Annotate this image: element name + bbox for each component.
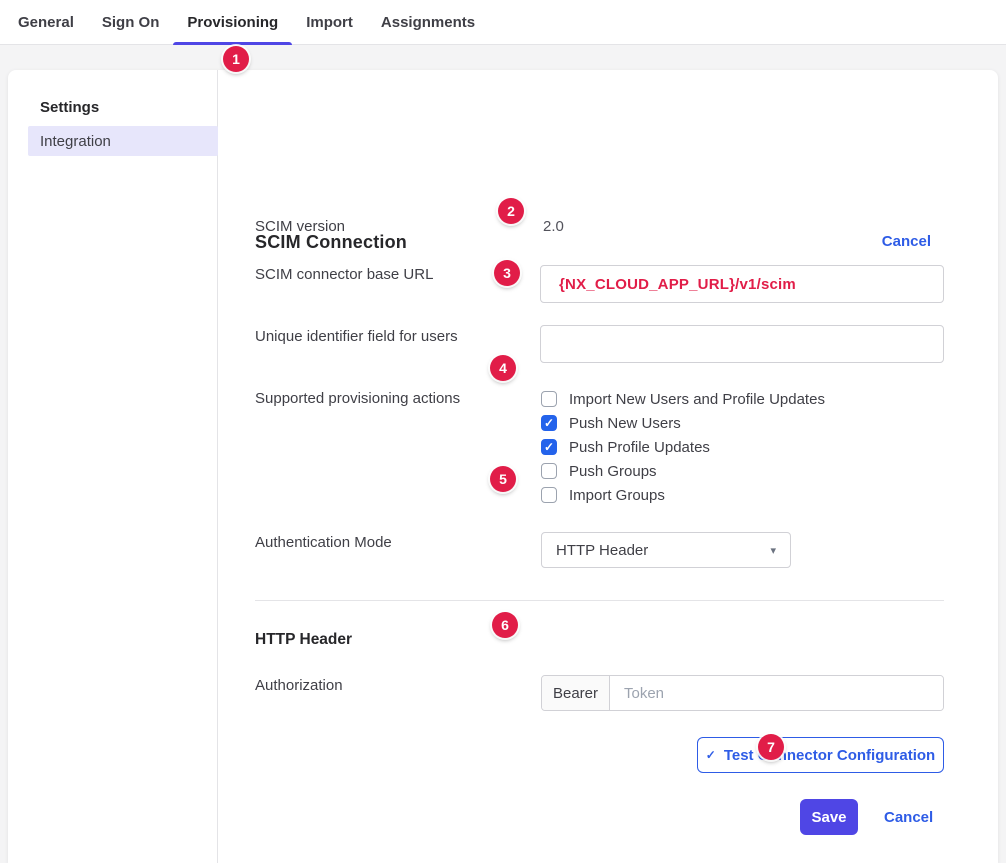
scim-version-value: 2.0 bbox=[543, 217, 564, 237]
checkbox-row-import-groups: Import Groups bbox=[541, 483, 825, 507]
checkbox-row-push-profile-updates: Push Profile Updates bbox=[541, 435, 825, 459]
test-connector-label: Test Connector Configuration bbox=[724, 747, 935, 764]
base-url-input[interactable] bbox=[540, 265, 944, 303]
bearer-prefix: Bearer bbox=[542, 676, 610, 710]
checkbox-push-new-users[interactable] bbox=[541, 415, 557, 431]
authentication-mode-select[interactable]: HTTP Header ▾ bbox=[541, 532, 791, 568]
checkbox-label: Push New Users bbox=[569, 415, 681, 432]
chevron-down-icon: ▾ bbox=[770, 544, 776, 557]
authentication-mode-value: HTTP Header bbox=[556, 542, 648, 559]
scim-version-label: SCIM version bbox=[255, 217, 345, 237]
base-url-label: SCIM connector base URL bbox=[255, 265, 433, 285]
checkbox-label: Import Groups bbox=[569, 487, 665, 504]
checkbox-import-groups[interactable] bbox=[541, 487, 557, 503]
save-button[interactable]: Save bbox=[800, 799, 858, 835]
auth-mode-label: Authentication Mode bbox=[255, 533, 392, 553]
authorization-field: Bearer bbox=[541, 675, 944, 711]
cancel-link-bottom[interactable]: Cancel bbox=[884, 809, 933, 826]
unique-id-input[interactable] bbox=[540, 325, 944, 363]
test-connector-button[interactable]: ✓ Test Connector Configuration bbox=[697, 737, 944, 773]
checkbox-label: Import New Users and Profile Updates bbox=[569, 391, 825, 408]
checkbox-push-groups[interactable] bbox=[541, 463, 557, 479]
checkbox-push-profile-updates[interactable] bbox=[541, 439, 557, 455]
token-input[interactable] bbox=[610, 676, 943, 710]
sidebar-item-integration[interactable]: Integration bbox=[28, 126, 218, 156]
tab-import[interactable]: Import bbox=[292, 0, 367, 44]
cancel-link-top[interactable]: Cancel bbox=[882, 233, 931, 250]
checkbox-import-users[interactable] bbox=[541, 391, 557, 407]
tab-general[interactable]: General bbox=[4, 0, 88, 44]
app-tabbar: General Sign On Provisioning Import Assi… bbox=[0, 0, 1006, 45]
check-icon: ✓ bbox=[706, 748, 716, 762]
callout-3: 3 bbox=[494, 260, 520, 286]
section-divider bbox=[255, 600, 944, 601]
provisioning-actions-label: Supported provisioning actions bbox=[255, 389, 460, 409]
checkbox-row-push-new-users: Push New Users bbox=[541, 411, 825, 435]
checkbox-row-import-users: Import New Users and Profile Updates bbox=[541, 387, 825, 411]
http-header-section-heading: HTTP Header bbox=[255, 630, 352, 650]
callout-7: 7 bbox=[758, 734, 784, 760]
callout-6: 6 bbox=[492, 612, 518, 638]
authorization-label: Authorization bbox=[255, 676, 343, 696]
tab-provisioning[interactable]: Provisioning bbox=[173, 0, 292, 44]
checkbox-row-push-groups: Push Groups bbox=[541, 459, 825, 483]
tab-assignments[interactable]: Assignments bbox=[367, 0, 489, 44]
tab-sign-on[interactable]: Sign On bbox=[88, 0, 174, 44]
callout-2: 2 bbox=[498, 198, 524, 224]
callout-5: 5 bbox=[490, 466, 516, 492]
callout-1: 1 bbox=[223, 46, 249, 72]
checkbox-label: Push Profile Updates bbox=[569, 439, 710, 456]
callout-4: 4 bbox=[490, 355, 516, 381]
page: General Sign On Provisioning Import Assi… bbox=[0, 0, 1006, 863]
unique-id-label: Unique identifier field for users bbox=[255, 327, 458, 347]
sidebar-heading: Settings bbox=[40, 98, 99, 118]
settings-sidebar: Settings Integration bbox=[8, 70, 218, 863]
provisioning-actions-group: Import New Users and Profile Updates Pus… bbox=[541, 387, 825, 507]
checkbox-label: Push Groups bbox=[569, 463, 657, 480]
